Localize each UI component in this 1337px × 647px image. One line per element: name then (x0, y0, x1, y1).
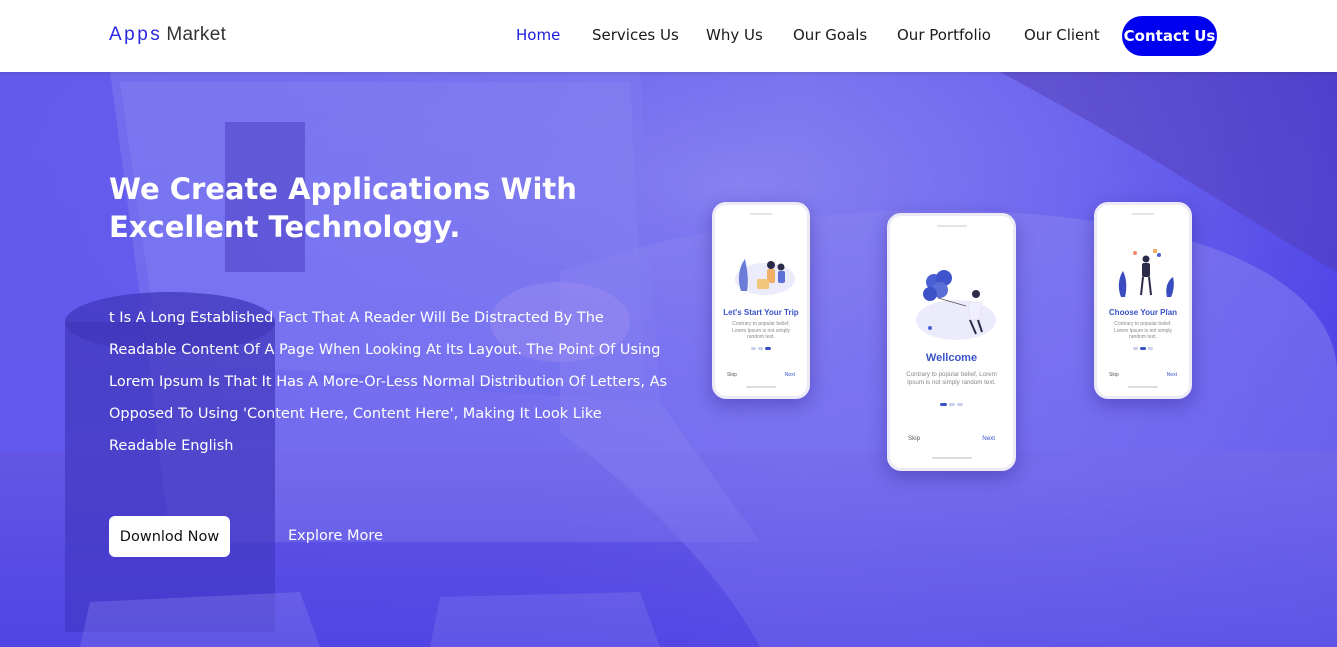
person-plants-illustration-icon (1118, 249, 1174, 297)
nav-our-portfolio[interactable]: Our Portfolio (897, 26, 991, 44)
phone-mockup-trip: Let's Start Your Trip Contrary to popula… (712, 202, 810, 399)
pagination-dots (1101, 347, 1185, 350)
home-indicator (931, 457, 972, 459)
phone-title: Choose Your Plan (1108, 308, 1178, 317)
phone-description: Contrary to popular belief, Lorem Ipsum … (1113, 321, 1173, 340)
brand-logo[interactable]: Apps Market (109, 24, 226, 46)
travel-illustration-icon (735, 259, 795, 295)
brand-part-2: Market (166, 24, 227, 45)
nav-our-client[interactable]: Our Client (1024, 26, 1100, 44)
phone-mockup-welcome: Wellcome Contrary to popular belief, Lor… (887, 213, 1016, 471)
skip-button[interactable]: Skip (727, 372, 737, 378)
hero-description: t Is A Long Established Fact That A Read… (109, 310, 668, 454)
phone-screen: Wellcome Contrary to popular belief, Lor… (894, 220, 1009, 464)
next-button[interactable]: Next (982, 435, 995, 442)
home-indicator (746, 386, 776, 388)
brand-part-1: Apps (109, 24, 163, 45)
phone-screen: Choose Your Plan Contrary to popular bel… (1101, 209, 1185, 392)
nav-our-goals[interactable]: Our Goals (793, 26, 867, 44)
home-indicator (1128, 386, 1158, 388)
phone-screen: Let's Start Your Trip Contrary to popula… (719, 209, 803, 392)
navbar: Apps Market Home Services Us Why Us Our G… (0, 0, 1337, 72)
next-button[interactable]: Next (785, 372, 795, 378)
explore-more-link[interactable]: Explore More (288, 528, 383, 544)
balloons-illustration-icon (916, 270, 996, 340)
skip-button[interactable]: Skip (908, 435, 920, 442)
pagination-dots (894, 403, 1009, 406)
phone-title: Wellcome (925, 352, 978, 364)
contact-us-button[interactable]: Contact Us (1122, 16, 1217, 56)
phone-description: Contrary to popular belief, Lorem Ipsum … (731, 321, 791, 340)
nav-why-us[interactable]: Why Us (706, 26, 763, 44)
phone-title: Let's Start Your Trip (723, 308, 799, 317)
phone-notch (1132, 213, 1154, 215)
phone-mockup-plan: Choose Your Plan Contrary to popular bel… (1094, 202, 1192, 399)
phone-notch (750, 213, 772, 215)
pagination-dots (719, 347, 803, 350)
download-now-button[interactable]: Downlod Now (109, 516, 230, 557)
skip-button[interactable]: Skip (1109, 372, 1119, 378)
phone-description: Contrary to popular belief, Lorem Ipsum … (906, 371, 997, 387)
hero-title: We Create Applications With Excellent Te… (109, 172, 577, 244)
nav-home[interactable]: Home (516, 26, 560, 44)
nav-services[interactable]: Services Us (592, 26, 679, 44)
next-button[interactable]: Next (1167, 372, 1177, 378)
phone-notch (936, 225, 967, 227)
hero-section: We Create Applications With Excellent Te… (0, 72, 1337, 647)
